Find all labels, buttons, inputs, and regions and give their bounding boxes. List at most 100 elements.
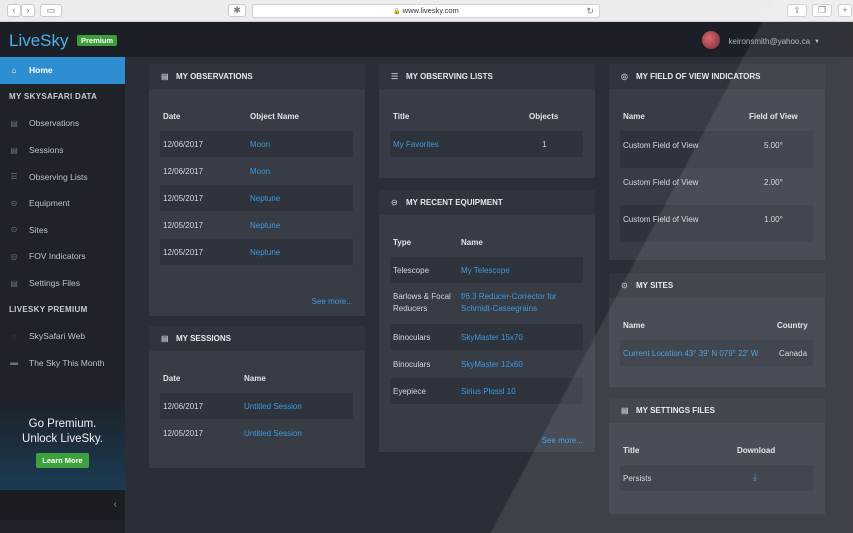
table-row[interactable]: Binoculars SkyMaster 15x70 xyxy=(390,324,583,350)
equipment-link[interactable]: f/6.3 Reducer-Corrector for xyxy=(461,292,557,301)
table-row[interactable]: Telescope My Telescope xyxy=(390,257,583,283)
equipment-link[interactable]: SkyMaster 15x70 xyxy=(461,333,523,342)
sidebar-item-observing-lists[interactable]: ☰ Observing Lists xyxy=(0,163,125,190)
sidebar-item-observations[interactable]: ▤ Observations xyxy=(0,110,125,137)
object-link[interactable]: Moon xyxy=(250,140,270,149)
table-row[interactable]: Current Location 43° 39' N 079° 22' W Ca… xyxy=(620,340,813,366)
promo-line-1: Go Premium. xyxy=(28,418,97,430)
learn-more-button[interactable]: Learn More xyxy=(36,453,89,468)
settings-gear-icon[interactable]: ✱ xyxy=(228,4,246,17)
premium-badge: Premium xyxy=(77,35,118,46)
sessions-card: ▤ MY SESSIONS Date Name 12/06/2017 Untit… xyxy=(149,326,365,468)
page-scrollbar[interactable] xyxy=(843,57,853,533)
site-link[interactable]: Current Location 43° 39' N 079° 22' W xyxy=(623,349,758,358)
sidebar-item-fov[interactable]: ◎ FOV Indicators xyxy=(0,243,125,270)
file-icon: ▤ xyxy=(621,406,629,415)
column-header-date: Date xyxy=(163,112,181,121)
equipment-card: ⊝ MY RECENT EQUIPMENT Type Name Telescop… xyxy=(379,190,595,452)
list-link[interactable]: My Favorites xyxy=(393,140,439,149)
equipment-link[interactable]: Sirius Plossl 10 xyxy=(461,387,516,396)
user-email: keironsmith@yahoo.ca xyxy=(728,37,811,46)
observations-card: ▤ MY OBSERVATIONS Date Object Name 12/06… xyxy=(149,64,365,316)
collapse-sidebar-button[interactable]: ‹ xyxy=(0,490,125,520)
sidebar-item-sessions[interactable]: ▤ Sessions xyxy=(0,137,125,164)
sidebar-item-label: Observing Lists xyxy=(29,171,88,182)
equipment-link[interactable]: SkyMaster 12x60 xyxy=(461,360,523,369)
sidebar-section-skysafari: MY SKYSAFARI DATA xyxy=(9,92,98,102)
table-row[interactable]: 12/05/2017 Neptune xyxy=(160,239,353,265)
table-row[interactable]: 12/05/2017 Neptune xyxy=(160,212,353,238)
card-header: ⊝ MY RECENT EQUIPMENT xyxy=(379,190,595,215)
sidebar-section-premium: LIVESKY PREMIUM xyxy=(9,305,88,315)
new-tab-icon[interactable]: + xyxy=(838,4,852,17)
observations-icon: ▤ xyxy=(10,118,18,128)
promo-line-2: Unlock LiveSky. xyxy=(22,433,103,445)
see-more-equipment-link[interactable]: See more... xyxy=(542,436,583,445)
table-row[interactable]: 12/05/2017 Untitled Session xyxy=(160,420,353,446)
address-bar[interactable]: 🔒 www.livesky.com ↻ xyxy=(252,4,600,18)
sidebar-item-label: Observations xyxy=(29,118,80,129)
table-row[interactable]: Barlows & Focal Reducers f/6.3 Reducer-C… xyxy=(390,284,583,320)
table-row[interactable]: Eyepiece Sirius Plossl 10 xyxy=(390,378,583,404)
table-row[interactable]: Custom Field of View 5.00° xyxy=(620,131,813,168)
table-row[interactable]: 12/06/2017 Untitled Session xyxy=(160,393,353,419)
table-row[interactable]: 12/06/2017 Moon xyxy=(160,131,353,157)
table-row[interactable]: Persists ⤓ xyxy=(620,465,813,491)
forward-icon[interactable]: › xyxy=(21,4,35,17)
sidebar-item-sites[interactable]: ⊙ Sites xyxy=(0,217,125,244)
table-row[interactable]: My Favorites 1 xyxy=(390,131,583,157)
fov-name: Custom Field of View xyxy=(623,178,699,187)
table-row[interactable]: Custom Field of View 1.00° xyxy=(620,205,813,242)
download-icon[interactable]: ⤓ xyxy=(753,472,757,483)
object-link[interactable]: Moon xyxy=(250,167,270,176)
equipment-link[interactable]: My Telescope xyxy=(461,266,510,275)
fov-icon: ◎ xyxy=(621,72,628,81)
list-icon: ☰ xyxy=(10,172,18,182)
card-header: ☰ MY OBSERVING LISTS xyxy=(379,64,595,89)
session-link[interactable]: Untitled Session xyxy=(244,429,302,438)
livesky-logo[interactable]: LiveSky xyxy=(9,31,69,51)
row-date: 12/06/2017 xyxy=(163,140,204,149)
user-menu[interactable]: keironsmith@yahoo.ca ▼ xyxy=(701,31,820,49)
sidebar-item-home[interactable]: ⌂ Home xyxy=(0,57,125,84)
session-link[interactable]: Untitled Session xyxy=(244,402,302,411)
table-row[interactable]: 12/05/2017 Neptune xyxy=(160,185,353,211)
sidebar-toggle-icon[interactable]: ▭ xyxy=(40,4,62,17)
sidebar-item-equipment[interactable]: ⊝ Equipment xyxy=(0,190,125,217)
equipment-type: Eyepiece xyxy=(393,387,426,396)
share-icon[interactable]: ⇪ xyxy=(787,4,807,17)
column-header-download: Download xyxy=(737,446,776,455)
card-title: MY SETTINGS FILES xyxy=(636,406,715,415)
settings-file-title: Persists xyxy=(623,474,652,483)
see-more-observations-link[interactable]: See more... xyxy=(312,297,353,306)
sidebar-item-skysafari-web[interactable]: ◌ SkySafari Web xyxy=(0,323,125,350)
browser-toolbar: ‹ › ▭ ✱ 🔒 www.livesky.com ↻ ⇪ ❐ + xyxy=(0,0,853,22)
row-date: 12/06/2017 xyxy=(163,167,204,176)
fov-name: Custom Field of View xyxy=(623,141,699,150)
object-count: 1 xyxy=(542,140,547,149)
object-link[interactable]: Neptune xyxy=(250,221,280,230)
video-icon: ▬ xyxy=(10,358,18,368)
sidebar-item-label: FOV Indicators xyxy=(29,251,86,262)
card-title: MY FIELD OF VIEW INDICATORS xyxy=(636,72,761,81)
tabs-icon[interactable]: ❐ xyxy=(812,4,832,17)
row-date: 12/05/2017 xyxy=(163,194,204,203)
reload-icon[interactable]: ↻ xyxy=(586,5,594,17)
equipment-type-line2: Reducers xyxy=(393,304,428,313)
equipment-link-line2[interactable]: Schmidt-Cassegrains xyxy=(461,304,537,313)
table-row[interactable]: 12/06/2017 Moon xyxy=(160,158,353,184)
globe-icon: ◌ xyxy=(11,331,17,341)
object-link[interactable]: Neptune xyxy=(250,194,280,203)
fov-icon: ◎ xyxy=(10,251,18,261)
back-icon[interactable]: ‹ xyxy=(7,4,21,17)
table-row[interactable]: Custom Field of View 2.00° xyxy=(620,168,813,205)
file-icon: ▤ xyxy=(10,278,18,288)
column-header-name: Name xyxy=(244,374,266,383)
premium-promo: Go Premium. Unlock LiveSky. Learn More xyxy=(0,400,125,490)
column-header-name: Name xyxy=(461,238,483,247)
object-link[interactable]: Neptune xyxy=(250,248,280,257)
sidebar-item-settings-files[interactable]: ▤ Settings Files xyxy=(0,270,125,297)
site-country: Canada xyxy=(779,349,808,358)
sidebar-item-sky-this-month[interactable]: ▬ The Sky This Month xyxy=(0,350,125,377)
table-row[interactable]: Binoculars SkyMaster 12x60 xyxy=(390,351,583,377)
